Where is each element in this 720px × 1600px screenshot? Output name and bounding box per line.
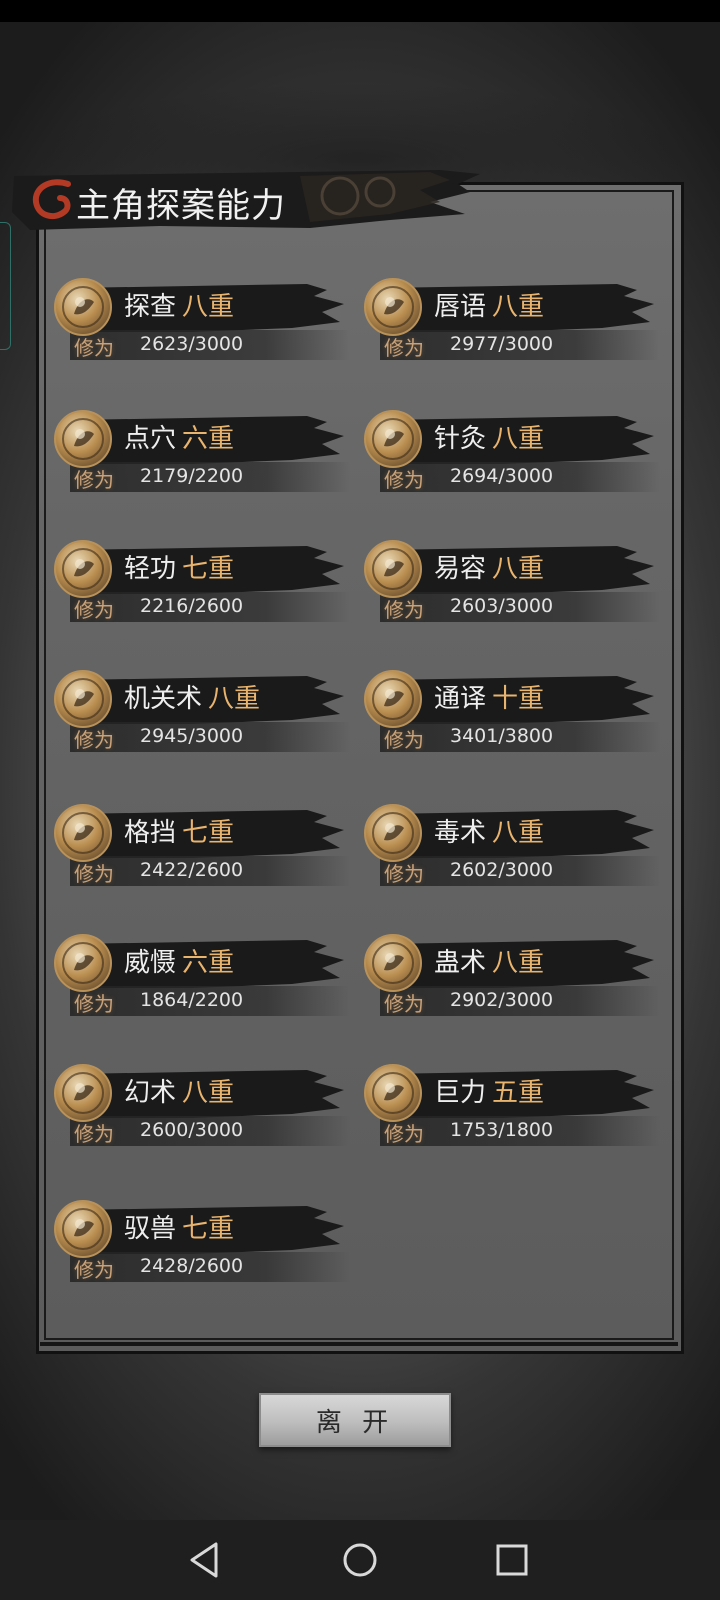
acupuncture-icon [364,410,422,468]
skill-card[interactable]: 幻术 八重修为 2600/3000 [52,1064,362,1164]
skill-card[interactable]: 点穴 六重修为 2179/2200 [52,410,362,510]
gu-sorcery-icon [364,934,422,992]
skill-name: 驭兽 [124,1214,177,1244]
status-bar [0,0,720,22]
skill-level: 八重 [492,554,545,584]
disguise-icon [364,540,422,598]
skill-name: 探查 [124,292,177,322]
xp-value: 3401/3800 [450,725,554,747]
xp-label: 修为 [74,1122,114,1146]
xp-value: 1864/2200 [140,989,244,1011]
beast-taming-icon [54,1200,112,1258]
illusion-icon [54,1064,112,1122]
skill-level: 七重 [182,554,235,584]
xp-label: 修为 [384,992,424,1016]
xp-label: 修为 [384,728,424,752]
skill-name: 格挡 [124,818,177,848]
xp-value: 2945/3000 [140,725,244,747]
skill-level: 七重 [182,818,235,848]
xp-value: 2902/3000 [450,989,554,1011]
skill-level: 八重 [492,948,545,978]
skill-card[interactable]: 巨力 五重修为 1753/1800 [362,1064,672,1164]
xp-value: 2602/3000 [450,859,554,881]
xp-label: 修为 [384,862,424,886]
lightness-skill-icon [54,540,112,598]
skill-level: 八重 [492,818,545,848]
skill-name: 针灸 [434,424,487,454]
xp-value: 2694/3000 [450,465,554,487]
skill-name: 蛊术 [434,948,487,978]
skill-card[interactable]: 通译 十重修为 3401/3800 [362,670,672,770]
xp-label: 修为 [384,468,424,492]
xp-label: 修为 [74,468,114,492]
lip-reading-icon [364,278,422,336]
skill-card[interactable]: 针灸 八重修为 2694/3000 [362,410,672,510]
skill-card[interactable]: 机关术 八重修为 2945/3000 [52,670,362,770]
xp-label: 修为 [384,336,424,360]
skill-level: 十重 [492,684,545,714]
skill-name: 幻术 [124,1078,177,1108]
skill-card[interactable]: 驭兽 七重修为 2428/2600 [52,1200,362,1300]
xp-value: 2216/2600 [140,595,244,617]
xp-value: 1753/1800 [450,1119,554,1141]
xp-label: 修为 [74,728,114,752]
skill-level: 六重 [182,424,235,454]
xp-label: 修为 [74,862,114,886]
great-strength-icon [364,1064,422,1122]
edge-handle[interactable] [0,222,11,350]
skill-name: 通译 [434,684,487,714]
skill-card[interactable]: 唇语 八重修为 2977/3000 [362,278,672,378]
skill-name: 易容 [434,554,487,584]
skill-card[interactable]: 轻功 七重修为 2216/2600 [52,540,362,640]
skill-level: 八重 [492,424,545,454]
skill-level: 五重 [492,1078,545,1108]
skill-name: 唇语 [434,292,487,322]
intimidate-icon [54,934,112,992]
acupoint-strike-icon [54,410,112,468]
page-title: 主角探案能力 [76,186,286,226]
skill-level: 七重 [182,1214,235,1244]
skill-card[interactable]: 蛊术 八重修为 2902/3000 [362,934,672,1034]
poison-icon [364,804,422,862]
xp-label: 修为 [384,598,424,622]
xp-label: 修为 [74,992,114,1016]
skill-level: 八重 [208,684,261,714]
xp-label: 修为 [384,1122,424,1146]
skill-name: 轻功 [124,554,177,584]
xp-value: 2977/3000 [450,333,554,355]
skill-level: 八重 [492,292,545,322]
skill-card[interactable]: 易容 八重修为 2603/3000 [362,540,672,640]
xp-value: 2603/3000 [450,595,554,617]
xp-value: 2428/2600 [140,1255,244,1277]
translation-icon [364,670,422,728]
xp-label: 修为 [74,598,114,622]
leave-button[interactable]: 离 开 [259,1393,451,1447]
xp-value: 2600/3000 [140,1119,244,1141]
skill-card[interactable]: 格挡 七重修为 2422/2600 [52,804,362,904]
home-icon[interactable] [336,1536,384,1584]
skill-level: 八重 [182,1078,235,1108]
skill-card[interactable]: 毒术 八重修为 2602/3000 [362,804,672,904]
xp-label: 修为 [74,336,114,360]
skill-name: 毒术 [434,818,487,848]
skill-card[interactable]: 探查 八重修为 2623/3000 [52,278,362,378]
block-icon [54,804,112,862]
skill-name: 巨力 [434,1078,487,1108]
skill-name: 点穴 [124,424,177,454]
skill-level: 八重 [182,292,235,322]
mechanism-icon [54,670,112,728]
xp-value: 2422/2600 [140,859,244,881]
skill-card[interactable]: 威慑 六重修为 1864/2200 [52,934,362,1034]
skill-name: 威慑 [124,948,177,978]
investigation-icon [54,278,112,336]
xp-label: 修为 [74,1258,114,1282]
back-icon[interactable] [182,1536,230,1584]
skill-name: 机关术 [124,684,203,714]
system-nav-bar [0,1520,720,1600]
xp-value: 2179/2200 [140,465,244,487]
recents-icon[interactable] [488,1536,536,1584]
xp-value: 2623/3000 [140,333,244,355]
skill-level: 六重 [182,948,235,978]
